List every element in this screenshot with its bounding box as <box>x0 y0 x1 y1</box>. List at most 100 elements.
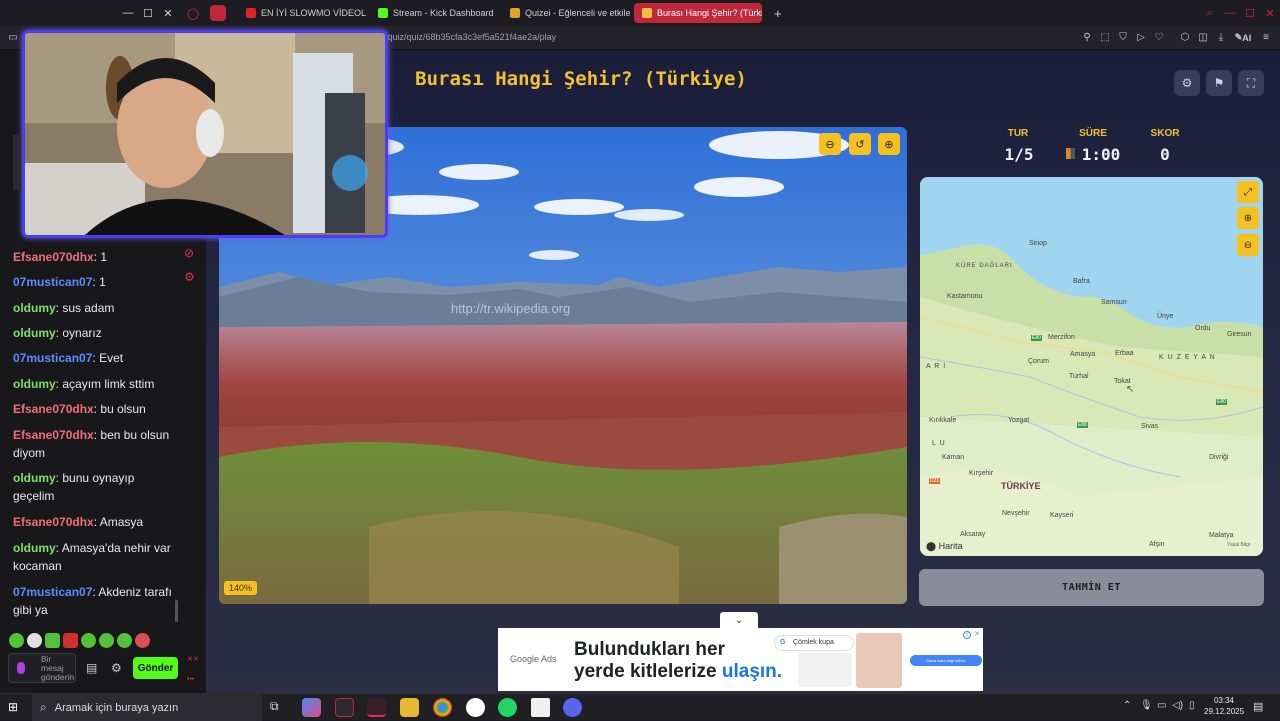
window-minimize-icon[interactable]: — <box>1220 3 1240 23</box>
ad-cta-button[interactable]: Daha fazla bilgi edinin <box>910 655 982 666</box>
tab-group-icon[interactable] <box>210 5 226 21</box>
extensions-icon[interactable]: ⬡ <box>1176 29 1194 47</box>
ai-button[interactable]: ✎ AI <box>1231 29 1255 47</box>
chat-username[interactable]: Efsane070dhx <box>13 250 94 264</box>
zoom-in-icon: ⊕ <box>1243 212 1253 224</box>
zoom-in-button[interactable]: ⊕ <box>878 133 900 155</box>
taskbar-clock[interactable]: 03:34 29.12.2025 <box>1204 695 1244 717</box>
maximize-icon[interactable]: ☐ <box>138 3 158 23</box>
vegas-icon[interactable] <box>335 698 354 717</box>
chat-settings-icon[interactable]: ⚙ <box>184 270 195 284</box>
chat-username[interactable]: oldumy <box>13 326 56 340</box>
send-button[interactable]: Gönder <box>133 657 178 679</box>
chat-message: 07mustican07: 1 <box>13 273 178 291</box>
chat-username[interactable]: Efsane070dhx <box>13 515 94 529</box>
chat-input[interactable]: Bir mesaj gönderin <box>8 653 76 683</box>
tab-slowmo[interactable]: EN İYİ SLOWMO VİDEOLARI <box>238 3 366 23</box>
reset-view-button[interactable]: ↺ <box>849 133 871 155</box>
tray-chevron-icon[interactable]: ⌃ <box>1123 700 1131 711</box>
map-label: Çorum <box>1028 358 1050 365</box>
ad-info-icon[interactable]: i <box>963 631 971 639</box>
taskbar-search[interactable]: ⌕ Aramak için buraya yazın <box>32 694 262 721</box>
window-maximize-icon[interactable]: ☐ <box>1240 3 1260 23</box>
chat-gear-icon[interactable]: ⚙ <box>111 661 122 675</box>
battery-icon[interactable]: ▯ <box>1189 700 1195 711</box>
emote-icon[interactable] <box>27 633 42 648</box>
microphone-tray-icon[interactable]: 🎙 <box>1140 700 1153 711</box>
volume-icon[interactable]: ◁) <box>1172 700 1183 711</box>
more-icon[interactable]: ••• <box>187 676 194 683</box>
map-zoom-out-button[interactable]: ⊖ <box>1237 234 1259 256</box>
emote-icon[interactable] <box>9 633 24 648</box>
close-icon[interactable]: ✕ <box>158 3 178 23</box>
task-view-icon[interactable]: ⧉ <box>270 699 279 714</box>
ad-collapse-button[interactable]: ⌄ <box>720 612 758 628</box>
chat-username[interactable]: oldumy <box>13 377 56 391</box>
microphone-icon[interactable] <box>17 662 25 674</box>
emote-icon[interactable] <box>81 633 96 648</box>
discord-icon[interactable] <box>563 698 582 717</box>
tab-kick-dashboard[interactable]: Stream - Kick Dashboard <box>370 3 498 23</box>
new-tab-button[interactable]: + <box>766 3 790 23</box>
notifications-icon[interactable]: ▤ <box>1253 700 1263 713</box>
chat-username[interactable]: oldumy <box>13 471 56 485</box>
search-icon[interactable]: ⌕ <box>1200 3 1220 23</box>
snapshot-capture-icon[interactable]: ◫ <box>1194 29 1212 47</box>
fullscreen-button[interactable]: ⛶ <box>1238 70 1264 96</box>
map-label: Aksaray <box>960 531 986 538</box>
report-button[interactable]: ⚑ <box>1206 70 1232 96</box>
emote-icon[interactable] <box>45 633 60 648</box>
download-icon[interactable]: ⤓ <box>1212 29 1230 47</box>
opera-gx-icon[interactable] <box>367 698 386 717</box>
chrome-icon[interactable] <box>433 698 452 717</box>
snapshot-icon[interactable]: ⬚ <box>1096 29 1114 47</box>
chat-username[interactable]: 07mustican07 <box>13 585 92 599</box>
chat-username[interactable]: Efsane070dhx <box>13 428 94 442</box>
chat-username[interactable]: 07mustican07 <box>13 351 92 365</box>
map-label: Ünye <box>1157 313 1174 320</box>
chat-username[interactable]: Efsane070dhx <box>13 402 94 416</box>
opera-logo-icon[interactable]: ◯ <box>183 3 203 23</box>
window-close-icon[interactable]: ✕ <box>1260 3 1280 23</box>
tab-current-quiz[interactable]: Burası Hangi Şehir? (Türkiye) <box>634 3 762 23</box>
file-explorer-icon[interactable] <box>400 698 419 717</box>
whatsapp-icon[interactable] <box>498 698 517 717</box>
chat-message: oldumy: sus adam <box>13 299 178 317</box>
emote-icon[interactable] <box>99 633 114 648</box>
map-legal-link[interactable]: Yasal Bilgi <box>1227 542 1250 548</box>
tab-quizei[interactable]: Quizei - Eğlenceli ve etkileşimli <box>502 3 630 23</box>
guess-button[interactable]: TAHMİN ET <box>919 569 1264 606</box>
settings-button[interactable]: ⚙ <box>1174 70 1200 96</box>
heart-icon[interactable]: ♡ <box>1150 29 1168 47</box>
windows-start-icon[interactable]: ⊞ <box>8 700 18 714</box>
store-icon[interactable]: ▤ <box>86 661 97 675</box>
app-icon[interactable] <box>466 698 485 717</box>
ad-close-icon[interactable]: ✕ <box>974 630 980 638</box>
notepad-icon[interactable] <box>531 698 550 717</box>
emote-icon[interactable] <box>117 633 132 648</box>
chat-username[interactable]: oldumy <box>13 541 56 555</box>
chat-text: 1 <box>99 275 106 289</box>
map-label: L U <box>932 440 946 447</box>
vpn-icon[interactable]: ▭ <box>4 29 22 47</box>
chat-mod-icon[interactable]: ⊘ <box>184 246 194 260</box>
pin-icon[interactable]: ⚲ <box>1078 29 1096 47</box>
emote-icon[interactable] <box>63 633 78 648</box>
guess-map[interactable]: Sinop KÜRE DAĞLARI Kastamonu Bafra Samsu… <box>920 177 1263 556</box>
emote-icon[interactable] <box>135 633 150 648</box>
map-zoom-in-button[interactable]: ⊕ <box>1237 207 1259 229</box>
map-label: Afşin <box>1149 541 1165 548</box>
zoom-out-button[interactable]: ⊖ <box>819 133 841 155</box>
copilot-icon[interactable] <box>302 698 321 717</box>
url-field[interactable]: oto-quiz/quiz/68b35cfa3c3ef5a521f4ae2a/p… <box>372 32 556 42</box>
network-icon[interactable]: ▭ <box>1157 700 1166 711</box>
map-expand-button[interactable]: ⤢ <box>1237 181 1259 203</box>
ad-banner[interactable]: Google Ads Bulundukları her yerde kitlel… <box>498 628 983 691</box>
map-label: Sinop <box>1029 240 1047 247</box>
chat-username[interactable]: oldumy <box>13 301 56 315</box>
menu-icon[interactable]: ≡ <box>1257 29 1275 47</box>
play-icon[interactable]: ▷ <box>1132 29 1150 47</box>
chat-username[interactable]: 07mustican07 <box>13 275 92 289</box>
minimize-icon[interactable]: — <box>118 3 138 23</box>
shield-icon[interactable]: ⛉ <box>1114 29 1132 47</box>
